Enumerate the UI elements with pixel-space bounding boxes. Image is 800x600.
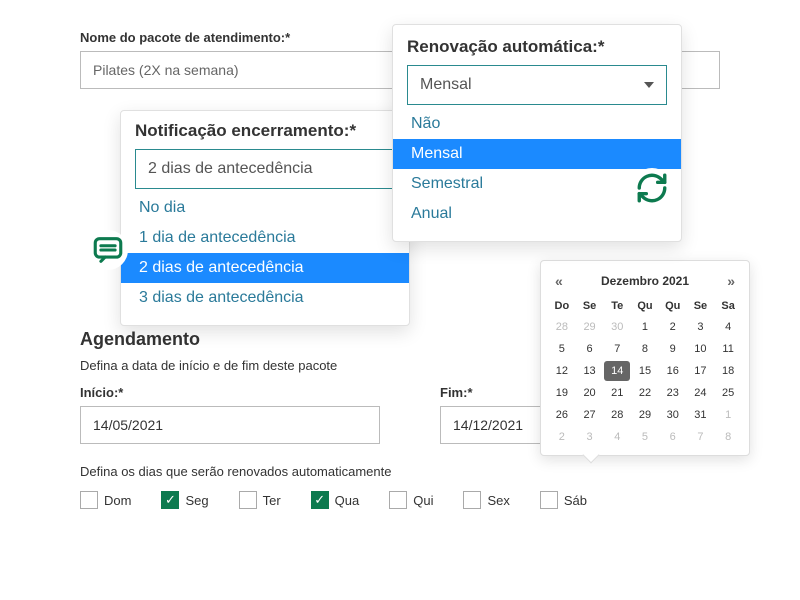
day-checkbox[interactable] [389, 491, 407, 509]
calendar-day[interactable]: 29 [632, 405, 658, 425]
calendar-day[interactable]: 23 [660, 383, 686, 403]
calendar-day[interactable]: 30 [604, 317, 630, 337]
calendar-day[interactable]: 29 [577, 317, 603, 337]
calendar-day[interactable]: 5 [549, 339, 575, 359]
notificacao-option[interactable]: 3 dias de antecedência [121, 283, 409, 313]
inicio-input[interactable] [80, 406, 380, 444]
calendar-month: Dezembro 2021 [601, 274, 689, 288]
renovacao-dropdown-card: Renovação automática:* Mensal NãoMensalS… [392, 24, 682, 242]
day-label: Seg [185, 493, 208, 508]
calendar-day[interactable]: 4 [604, 427, 630, 447]
day-checkbox[interactable] [239, 491, 257, 509]
calendar-day[interactable]: 15 [632, 361, 658, 381]
renovacao-title: Renovação automática:* [393, 25, 681, 65]
calendar-next[interactable]: » [727, 273, 735, 289]
calendar-day[interactable]: 21 [604, 383, 630, 403]
notificacao-option[interactable]: 1 dia de antecedência [121, 223, 409, 253]
calendar-day[interactable]: 7 [688, 427, 714, 447]
calendar-day[interactable]: 6 [660, 427, 686, 447]
calendar-day[interactable]: 14 [604, 361, 630, 381]
day-checkbox[interactable] [80, 491, 98, 509]
day-check: ✓ Seg [161, 491, 208, 509]
renew-days-sub: Defina os dias que serão renovados autom… [80, 464, 720, 479]
calendar-tail [583, 447, 600, 464]
calendar-dow: Qu [632, 297, 658, 315]
calendar-day[interactable]: 16 [660, 361, 686, 381]
day-checkbox[interactable] [540, 491, 558, 509]
day-label: Qui [413, 493, 433, 508]
calendar-day[interactable]: 20 [577, 383, 603, 403]
day-label: Ter [263, 493, 281, 508]
calendar-prev[interactable]: « [555, 273, 563, 289]
calendar-day[interactable]: 28 [604, 405, 630, 425]
day-check: Ter [239, 491, 281, 509]
calendar-day[interactable]: 25 [715, 383, 741, 403]
day-check: ✓ Qua [311, 491, 360, 509]
notificacao-selected: 2 dias de antecedência [148, 160, 313, 178]
calendar-dow: Sa [715, 297, 741, 315]
calendar-day[interactable]: 31 [688, 405, 714, 425]
calendar-day[interactable]: 2 [549, 427, 575, 447]
calendar-day[interactable]: 27 [577, 405, 603, 425]
calendar-day[interactable]: 12 [549, 361, 575, 381]
day-label: Dom [104, 493, 131, 508]
chat-icon [88, 230, 128, 270]
notificacao-option[interactable]: No dia [121, 193, 409, 223]
calendar-day[interactable]: 4 [715, 317, 741, 337]
calendar-dow: Se [577, 297, 603, 315]
days-row: Dom ✓ Seg Ter ✓ Qua Qui Sex Sáb [80, 491, 720, 509]
day-checkbox[interactable]: ✓ [311, 491, 329, 509]
calendar-day[interactable]: 3 [688, 317, 714, 337]
calendar-day[interactable]: 8 [715, 427, 741, 447]
calendar-grid: DoSeTeQuQuSeSa28293012345678910111213141… [549, 297, 741, 447]
calendar-day[interactable]: 19 [549, 383, 575, 403]
calendar-day[interactable]: 6 [577, 339, 603, 359]
calendar-day[interactable]: 10 [688, 339, 714, 359]
calendar-dow: Qu [660, 297, 686, 315]
notificacao-dropdown-card: Notificação encerramento:* 2 dias de ant… [120, 110, 410, 326]
renovacao-option[interactable]: Não [393, 109, 681, 139]
chevron-down-icon [644, 82, 654, 88]
day-check: Qui [389, 491, 433, 509]
renovacao-selected: Mensal [420, 76, 472, 94]
calendar-day[interactable]: 30 [660, 405, 686, 425]
day-label: Sex [487, 493, 509, 508]
day-check: Sex [463, 491, 509, 509]
day-check: Dom [80, 491, 131, 509]
calendar-day[interactable]: 2 [660, 317, 686, 337]
day-check: Sáb [540, 491, 587, 509]
inicio-label: Início:* [80, 385, 380, 400]
calendar-day[interactable]: 13 [577, 361, 603, 381]
calendar-day[interactable]: 8 [632, 339, 658, 359]
notificacao-select[interactable]: 2 dias de antecedência [135, 149, 395, 189]
calendar-dow: Te [604, 297, 630, 315]
day-checkbox[interactable]: ✓ [161, 491, 179, 509]
refresh-icon [632, 168, 672, 208]
calendar-day[interactable]: 28 [549, 317, 575, 337]
calendar-day[interactable]: 1 [715, 405, 741, 425]
calendar-day[interactable]: 3 [577, 427, 603, 447]
calendar-day[interactable]: 17 [688, 361, 714, 381]
calendar-dow: Do [549, 297, 575, 315]
calendar-day[interactable]: 7 [604, 339, 630, 359]
renovacao-select[interactable]: Mensal [407, 65, 667, 105]
calendar-dow: Se [688, 297, 714, 315]
notificacao-option[interactable]: 2 dias de antecedência [121, 253, 409, 283]
date-picker-calendar: « Dezembro 2021 » DoSeTeQuQuSeSa28293012… [540, 260, 750, 456]
notificacao-options: No dia1 dia de antecedência2 dias de ant… [121, 189, 409, 325]
notificacao-title: Notificação encerramento:* [121, 111, 409, 149]
calendar-day[interactable]: 11 [715, 339, 741, 359]
day-label: Sáb [564, 493, 587, 508]
calendar-day[interactable]: 26 [549, 405, 575, 425]
calendar-day[interactable]: 1 [632, 317, 658, 337]
renovacao-option[interactable]: Mensal [393, 139, 681, 169]
day-label: Qua [335, 493, 360, 508]
calendar-day[interactable]: 5 [632, 427, 658, 447]
calendar-day[interactable]: 22 [632, 383, 658, 403]
calendar-day[interactable]: 24 [688, 383, 714, 403]
calendar-day[interactable]: 9 [660, 339, 686, 359]
calendar-day[interactable]: 18 [715, 361, 741, 381]
day-checkbox[interactable] [463, 491, 481, 509]
